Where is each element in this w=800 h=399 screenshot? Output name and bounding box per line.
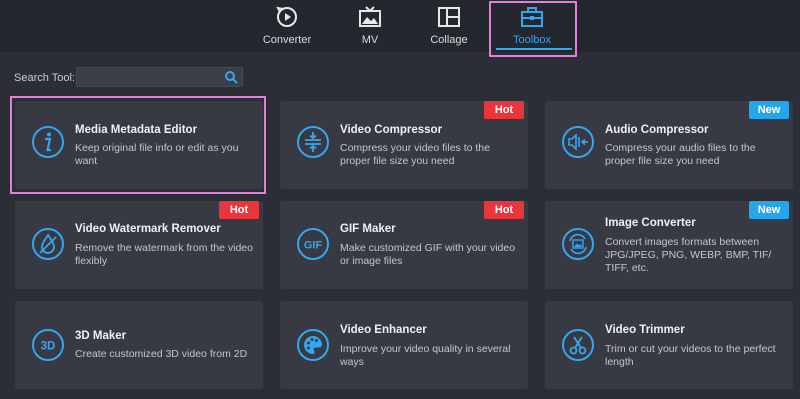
- card-title: Video Watermark Remover: [75, 223, 221, 235]
- card-description: Make customized GIF with your video or i…: [340, 242, 516, 267]
- card-description: Create customized 3D video from 2D: [75, 348, 248, 360]
- tool-card-audio-compressor[interactable]: Audio Compressor Compress your audio fil…: [545, 101, 793, 189]
- new-badge: New: [749, 101, 789, 119]
- tool-card-image-converter[interactable]: Image Converter Convert images formats b…: [545, 201, 793, 289]
- card-title: Audio Compressor: [605, 124, 709, 136]
- toolbox-highlight-box: [489, 1, 577, 57]
- svg-text:GIF: GIF: [304, 240, 323, 252]
- tab-collage[interactable]: Collage: [426, 0, 472, 52]
- palette-icon: [297, 329, 329, 361]
- hot-badge: Hot: [484, 101, 524, 119]
- tab-label: Collage: [430, 34, 468, 46]
- search-input[interactable]: [77, 69, 217, 87]
- tool-card-video-enhancer[interactable]: Video Enhancer Improve your video qualit…: [280, 301, 528, 389]
- tab-label: Converter: [262, 34, 312, 46]
- search-box: [76, 67, 243, 87]
- card-description: Remove the watermark from the video flex…: [75, 242, 253, 267]
- tab-label: MV: [361, 34, 379, 46]
- tool-card-video-watermark-remover[interactable]: Video Watermark Remover Remove the water…: [15, 201, 263, 289]
- card-description: Trim or cut your videos to the perfect l…: [605, 343, 776, 368]
- tool-card-video-compressor[interactable]: Video Compressor Compress your video fil…: [280, 101, 528, 189]
- search-label: Search Tool:: [14, 72, 75, 84]
- hot-badge: Hot: [484, 201, 524, 219]
- tool-card-gif-maker[interactable]: GIF GIF Maker Make customized GIF with y…: [280, 201, 528, 289]
- card-description: Convert images formats between JPG/JPEG,…: [605, 236, 772, 274]
- card-description: Compress your audio files to the proper …: [605, 142, 756, 167]
- card-description: Compress your video files to the proper …: [340, 142, 490, 167]
- tab-mv[interactable]: MV: [348, 0, 392, 52]
- collage-icon: [438, 7, 460, 27]
- card-description: Improve your video quality in several wa…: [340, 343, 511, 368]
- card-title: Video Enhancer: [340, 324, 427, 336]
- card-title: Video Trimmer: [605, 324, 685, 336]
- top-tab-bar: Converter MV Collage Toolbox: [0, 0, 800, 52]
- hot-badge: Hot: [219, 201, 259, 219]
- audio-compress-icon: [562, 126, 594, 158]
- compress-icon: [297, 126, 329, 158]
- card-title: GIF Maker: [340, 223, 396, 235]
- media-metadata-highlight-box: [10, 96, 266, 194]
- svg-text:3D: 3D: [41, 341, 56, 353]
- tool-card-3d-maker[interactable]: 3D 3D Maker Create customized 3D video f…: [15, 301, 263, 389]
- converter-icon: [276, 6, 297, 27]
- card-title: Video Compressor: [340, 124, 443, 136]
- card-title: 3D Maker: [75, 330, 127, 342]
- mv-icon: [359, 6, 381, 27]
- tool-card-video-trimmer[interactable]: Video Trimmer Trim or cut your videos to…: [545, 301, 793, 389]
- gif-icon: GIF: [297, 228, 329, 260]
- watermark-drop-icon: [32, 228, 64, 260]
- search-icon[interactable]: [224, 70, 238, 84]
- image-convert-icon: [562, 228, 594, 260]
- 3d-icon: 3D: [32, 329, 64, 361]
- tab-converter[interactable]: Converter: [258, 0, 316, 52]
- new-badge: New: [749, 201, 789, 219]
- card-title: Image Converter: [605, 217, 696, 229]
- scissors-icon: [562, 329, 594, 361]
